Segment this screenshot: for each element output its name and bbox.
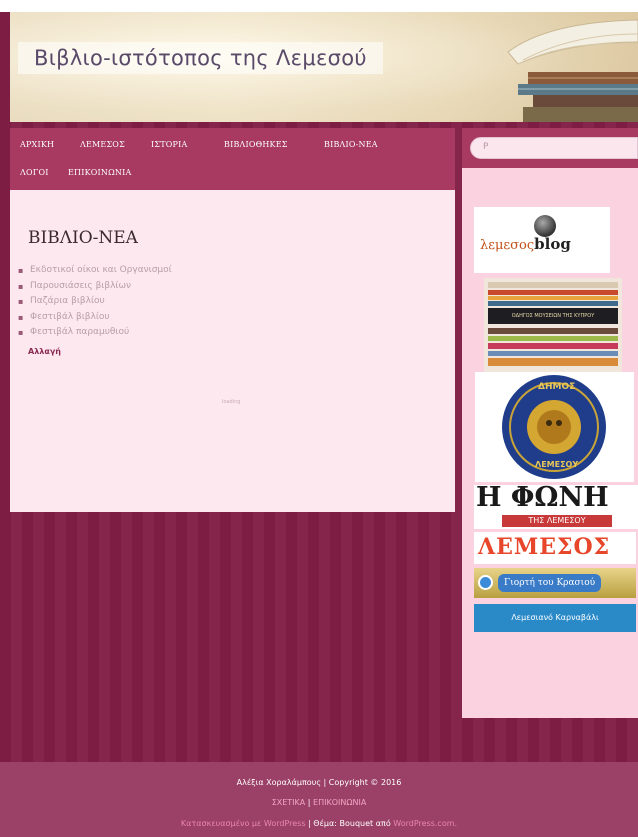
- footer-links: ΣΧΕΤΙΚΑ | ΕΠΙΚΟΙΝΩΝΙΑ: [271, 798, 367, 807]
- site-header: Βιβλιο-ιστότοπος της Λεμεσού: [10, 12, 638, 122]
- blog-logo-text: λεμεσοςblog: [480, 234, 571, 253]
- wordpress-com-link[interactable]: WordPress.com.: [393, 819, 457, 828]
- wine-festival-text: Γιορτή του Κρασιού: [498, 574, 602, 592]
- footer-copyright: Αλέξια Χοραλάμπους | Copyright © 2016: [236, 778, 402, 787]
- carnival-text: Λεμεσιανό Καρναβάλι: [511, 613, 599, 622]
- grape-icon: [478, 575, 493, 590]
- nav-item-home[interactable]: ΑΡΧΙΚΗ: [20, 140, 54, 149]
- top-strip: [0, 0, 638, 12]
- foni-newspaper-banner[interactable]: Η ΦΩΝΗ ΤΗΣ ΛΕΜΕΣΟΥ: [474, 485, 638, 529]
- category-list: Εκδοτικοί οίκοι και Οργανισμοί Παρουσιάσ…: [18, 263, 172, 341]
- loading-indicator: loading: [222, 399, 241, 405]
- books-illustration: [507, 19, 638, 122]
- wine-festival-banner[interactable]: Γιορτή του Κρασιού: [474, 568, 636, 598]
- blog-logo-suffix: blog: [534, 235, 571, 253]
- category-item[interactable]: Φεστιβάλ βιβλίου: [18, 310, 172, 326]
- blog-logo-prefix: λεμεσος: [480, 238, 535, 253]
- category-item[interactable]: Παζάρια βιβλίου: [18, 294, 172, 310]
- foni-subtitle: ΤΗΣ ΛΕΜΕΣΟΥ: [502, 515, 612, 527]
- category-item[interactable]: Φεστιβάλ παραμυθιού: [18, 325, 172, 341]
- lemesos-banner[interactable]: ΛΕΜΕΣΟΣ: [474, 532, 636, 564]
- main-content: ΒΙΒΛΙΟ-ΝΕΑ Εκδοτικοί οίκοι και Οργανισμο…: [10, 190, 455, 512]
- wordpress-link[interactable]: Κατασκευασμένο με WordPress: [181, 819, 306, 828]
- footer-credits: Κατασκευασμένο με WordPress | Θέμα: Bouq…: [180, 819, 458, 828]
- seal-bottom-text: ΛΕΜΕΣΟΥ: [535, 460, 579, 469]
- category-item[interactable]: Παρουσιάσεις βιβλίων: [18, 279, 172, 295]
- museum-guide-caption: ΟΔΗΓΟΣ ΜΟΥΣΕΙΩΝ ΤΗΣ ΚΥΠΡΟΥ: [488, 308, 618, 324]
- footer-about-link[interactable]: ΣΧΕΤΙΚΑ: [272, 798, 306, 807]
- nav-item-libraries[interactable]: ΒΙΒΛΙΟΘΗΚΕΣ: [224, 140, 288, 149]
- nav-item-words[interactable]: ΛΟΓΟΙ: [20, 168, 49, 177]
- nav-item-book-news[interactable]: ΒΙΒΛΙΟ-ΝΕΑ: [324, 140, 378, 149]
- municipality-seal-banner[interactable]: ΔΗΜΟΣ ΛΕΜΕΣΟΥ: [475, 372, 634, 482]
- theme-credit: Θέμα: Bouquet από: [313, 819, 391, 828]
- nav-item-history[interactable]: ΙΣΤΟΡΙΑ: [151, 140, 187, 149]
- carnival-banner[interactable]: Λεμεσιανό Καρναβάλι: [474, 604, 636, 632]
- site-title[interactable]: Βιβλιο-ιστότοπος της Λεμεσού: [18, 42, 383, 74]
- main-navigation: ΑΡΧΙΚΗ ΛΕΜΕΣΟΣ ΙΣΤΟΡΙΑ ΒΙΒΛΙΟΘΗΚΕΣ ΒΙΒΛΙ…: [10, 128, 455, 190]
- foni-title: Η ΦΩΝΗ: [476, 485, 609, 513]
- lemesos-blog-banner[interactable]: λεμεσοςblog: [474, 207, 610, 273]
- nav-item-contact[interactable]: ΕΠΙΚΟΙΝΩΝΙΑ: [68, 168, 131, 177]
- search-input[interactable]: P: [470, 137, 638, 159]
- page-heading: ΒΙΒΛΙΟ-ΝΕΑ: [28, 228, 138, 248]
- nav-item-lemesos[interactable]: ΛΕΜΕΣΟΣ: [80, 140, 125, 149]
- seal-top-text: ΔΗΜΟΣ: [538, 382, 576, 392]
- change-link[interactable]: Αλλαγή: [28, 347, 61, 356]
- lemesos-banner-text: ΛΕΜΕΣΟΣ: [478, 534, 611, 560]
- category-item[interactable]: Εκδοτικοί οίκοι και Οργανισμοί: [18, 263, 172, 279]
- footer-contact-link[interactable]: ΕΠΙΚΟΙΝΩΝΙΑ: [313, 798, 366, 807]
- museum-guide-banner[interactable]: ΟΔΗΓΟΣ ΜΟΥΣΕΙΩΝ ΤΗΣ ΚΥΠΡΟΥ: [484, 278, 622, 372]
